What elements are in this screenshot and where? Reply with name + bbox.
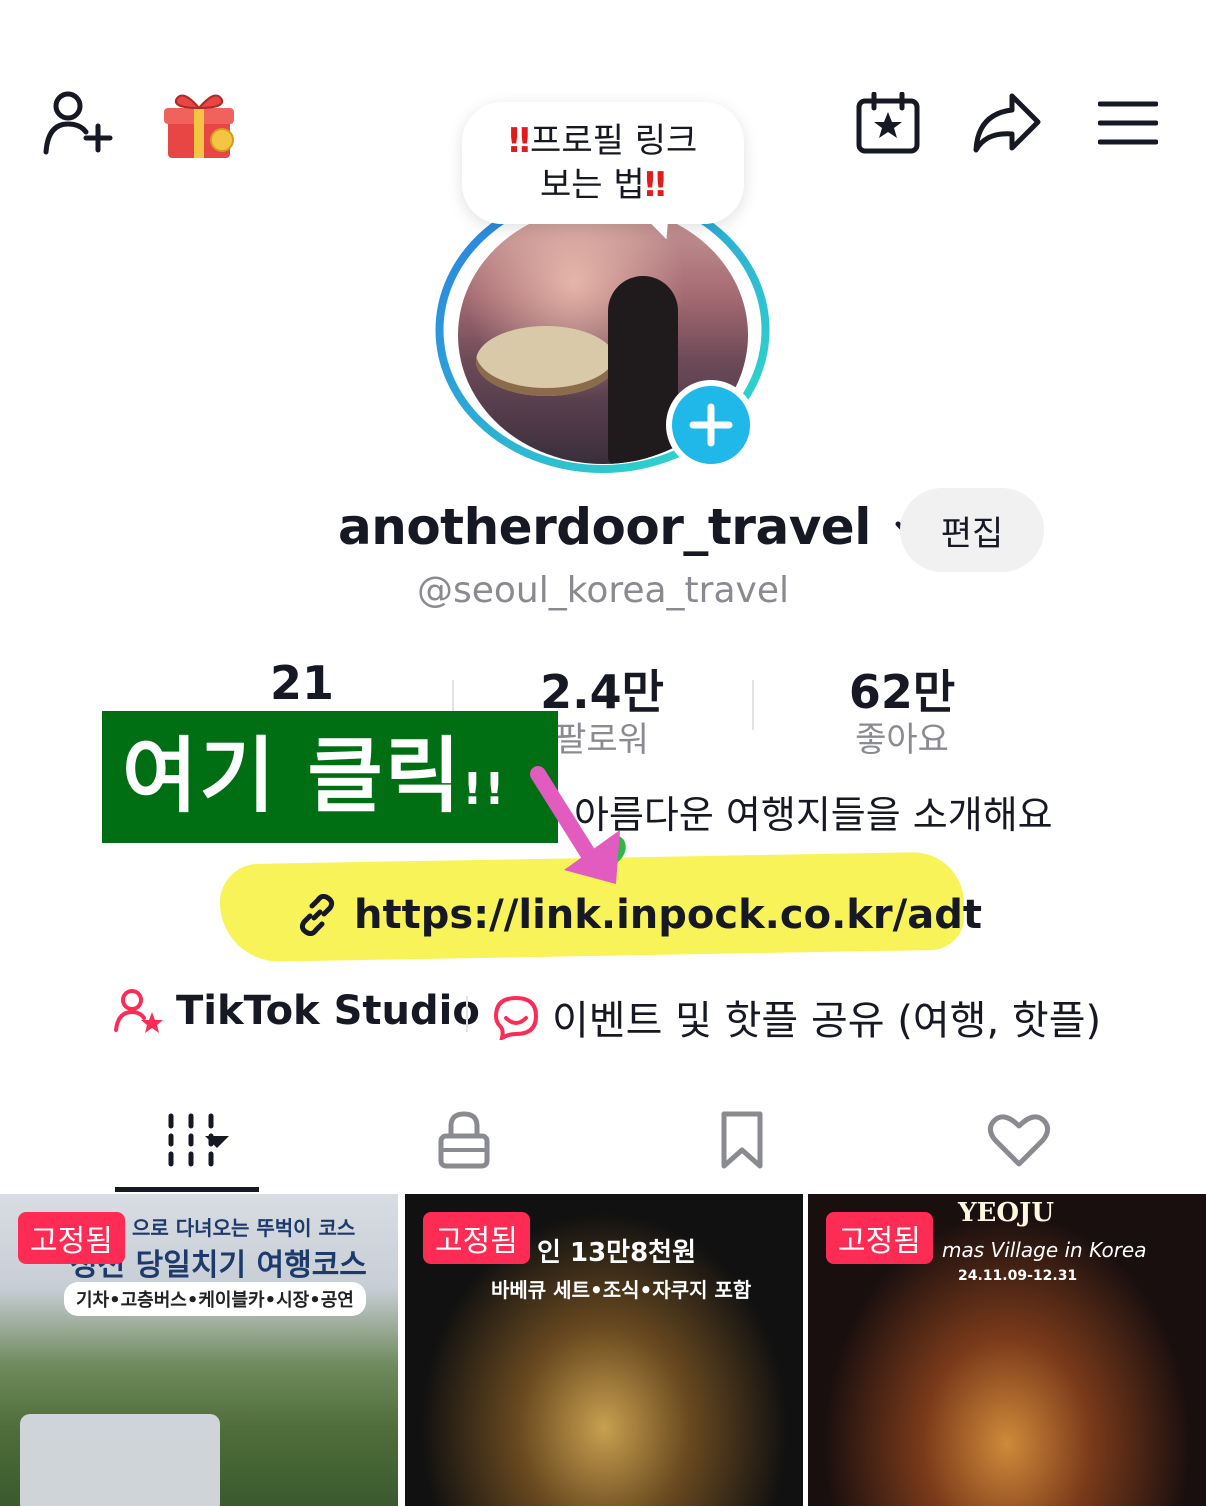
user-handle: @seoul_korea_travel	[417, 570, 789, 611]
following-count[interactable]: 21	[202, 656, 402, 710]
bus-shape	[20, 1414, 220, 1506]
add-friend-icon[interactable]	[42, 88, 114, 158]
stats-divider	[752, 680, 754, 730]
pink-arrow-icon	[530, 766, 626, 884]
share-icon[interactable]	[972, 92, 1042, 154]
profile-bio: 아름다운 여행지들을 소개해요	[574, 793, 1053, 837]
tiktok-studio-label: TikTok Studio	[176, 988, 480, 1034]
lock-icon	[438, 1111, 490, 1169]
bubble-line-2: 보는 법	[540, 165, 645, 205]
tab-liked[interactable]	[947, 1100, 1091, 1180]
click-here-banner: 여기 클릭!!	[102, 711, 558, 843]
video-thumbnail[interactable]: 고정됨 인 13만8천원 바베큐 세트•조식•자쿠지 포함	[405, 1194, 803, 1506]
double-exclamation-icon: ‼	[644, 165, 666, 205]
video-thumbnail[interactable]: 고정됨 으로 다녀오는 뚜벅이 코스 정선 당일치기 여행코스 기차•고층버스•…	[0, 1194, 398, 1506]
gift-icon[interactable]	[162, 88, 238, 160]
event-group-link[interactable]: 이벤트 및 핫플 공유 (여행, 핫플)	[492, 988, 1101, 1046]
event-group-label: 이벤트 및 핫플 공유 (여행, 핫플)	[552, 998, 1102, 1044]
video-thumbnail[interactable]: 고정됨 YEOJU mas Village in Korea 24.11.09-…	[808, 1194, 1206, 1506]
group-chat-icon	[493, 995, 539, 1040]
pinned-badge: 고정됨	[826, 1212, 933, 1264]
video-caption: mas Village in Korea	[942, 1238, 1147, 1262]
heart-icon	[987, 1114, 1051, 1167]
tab-videos[interactable]	[115, 1100, 259, 1180]
pinned-badge: 고정됨	[18, 1212, 125, 1264]
video-caption: 바베큐 세트•조식•자쿠지 포함	[491, 1278, 752, 1302]
link-icon	[299, 894, 335, 936]
tab-private[interactable]	[392, 1100, 536, 1180]
tab-saved[interactable]	[670, 1100, 814, 1180]
video-caption: 으로 다녀오는 뚜벅이 코스	[132, 1216, 356, 1240]
video-caption: 24.11.09-12.31	[958, 1268, 1078, 1284]
edit-profile-button[interactable]: 편집	[900, 488, 1044, 572]
profile-link-text[interactable]: https://link.inpock.co.kr/adt	[354, 892, 982, 938]
tiktok-studio-link[interactable]: TikTok Studio	[114, 988, 480, 1034]
video-caption: YEOJU	[958, 1198, 1055, 1228]
video-caption: 인 13만8천원	[537, 1238, 697, 1268]
calendar-star-icon[interactable]	[856, 92, 920, 154]
shortcut-divider	[466, 996, 468, 1032]
username[interactable]: anotherdoor_travel	[338, 498, 930, 556]
username-text: anotherdoor_travel	[338, 498, 871, 556]
bubble-line-1: 프로필 링크	[530, 121, 698, 161]
add-story-button[interactable]	[666, 380, 756, 470]
double-exclamation-icon: ‼	[508, 121, 531, 161]
person-star-icon	[114, 989, 163, 1033]
menu-icon[interactable]	[1098, 100, 1158, 146]
likes-label: 좋아요	[855, 720, 949, 760]
click-here-exclaim: !!	[462, 764, 507, 815]
profile-link-tip-bubble: ‼프로필 링크 보는 법‼	[462, 102, 744, 224]
bookmark-icon	[721, 1111, 763, 1169]
active-tab-indicator	[115, 1187, 259, 1192]
plus-icon	[689, 403, 733, 447]
pinned-badge: 고정됨	[423, 1212, 530, 1264]
video-caption: 기차•고층버스•케이블카•시장•공연	[64, 1282, 366, 1316]
click-here-text: 여기 클릭	[122, 729, 463, 824]
videos-grid-icon	[168, 1113, 229, 1167]
